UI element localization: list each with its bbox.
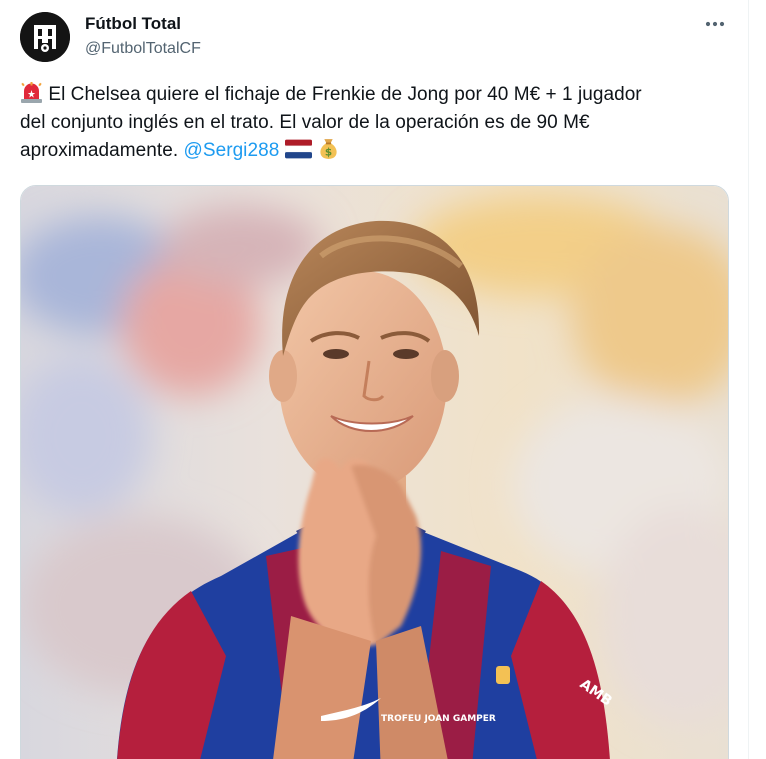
author-display-name[interactable]: Fútbol Total	[85, 13, 181, 35]
tweet-text-line-3: aproximadamente. @Sergi288 $	[20, 137, 732, 165]
tweet-photo[interactable]: AMB TROFEU JOAN GAMPER	[20, 185, 729, 759]
svg-text:$: $	[325, 146, 332, 158]
tweet-text-segment: aproximadamente.	[20, 140, 179, 161]
siren-emoji-icon	[21, 82, 42, 103]
tweet-card[interactable]: Fútbol Total @FutbolTotalCF El Chelsea q…	[0, 0, 749, 759]
tweet-text-line-2: del conjunto inglés en el trato. El valo…	[20, 112, 590, 133]
more-options-button[interactable]	[700, 12, 730, 36]
author-handle[interactable]: @FutbolTotalCF	[85, 38, 201, 60]
tweet-text-line-1: El Chelsea quiere el fichaje de Frenkie …	[20, 81, 732, 109]
author-avatar[interactable]	[20, 12, 70, 62]
player-photo: AMB TROFEU JOAN GAMPER	[21, 186, 728, 759]
mention-link[interactable]: @Sergi288	[184, 140, 280, 161]
more-horizontal-icon	[705, 21, 725, 27]
tweet-text-segment: El Chelsea quiere el fichaje de Frenkie …	[48, 84, 642, 105]
money-bag-emoji-icon: $	[320, 139, 337, 159]
futbol-total-logo-icon	[20, 12, 70, 62]
jersey-badge-text: TROFEU JOAN GAMPER	[381, 714, 496, 724]
netherlands-flag-emoji-icon	[284, 139, 312, 159]
tweet-text: El Chelsea quiere el fichaje de Frenkie …	[20, 81, 732, 165]
